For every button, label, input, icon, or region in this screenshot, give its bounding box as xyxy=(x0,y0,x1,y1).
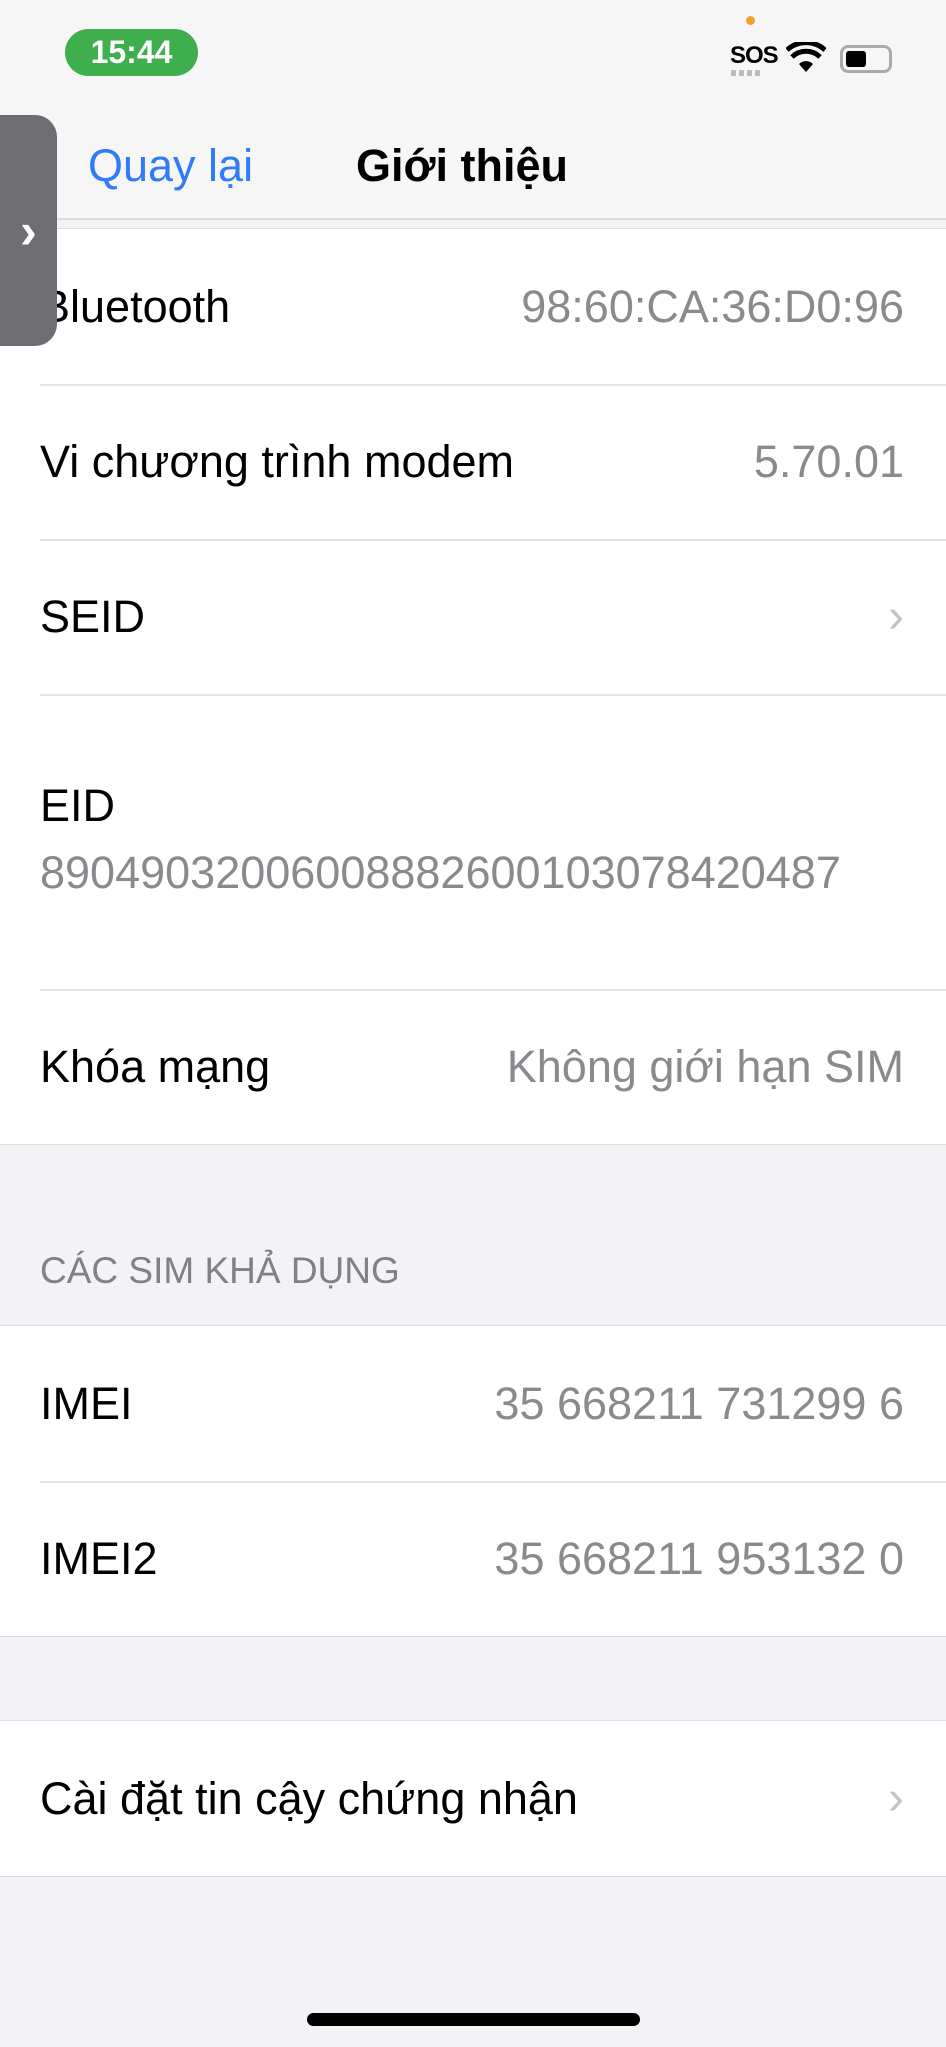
row-seid[interactable]: SEID › xyxy=(0,539,946,694)
row-eid: EID 89049032006008882600103078420487 xyxy=(0,694,946,989)
cert-group: Cài đặt tin cậy chứng nhận › xyxy=(0,1720,946,1877)
page-title: Giới thiệu xyxy=(356,140,568,191)
time-pill: 15:44 xyxy=(65,29,198,76)
carrier-label: SOS xyxy=(730,42,779,69)
chevron-right-icon: › xyxy=(20,202,37,259)
chevron-right-icon: › xyxy=(888,590,904,643)
row-imei2: IMEI2 35 668211 953132 0 xyxy=(0,1481,946,1636)
status-bar: 15:44 SOS xyxy=(0,0,946,110)
nav-bar: Quay lại Giới thiệu xyxy=(0,110,946,220)
battery-icon xyxy=(840,45,892,73)
privacy-indicator xyxy=(746,16,755,25)
row-network-lock: Khóa mạng Không giới hạn SIM xyxy=(0,989,946,1144)
home-indicator[interactable] xyxy=(307,2013,640,2026)
side-overlay-tab[interactable]: › xyxy=(0,115,57,346)
back-button[interactable]: Quay lại xyxy=(88,140,253,192)
row-bluetooth: Bluetooth 98:60:CA:36:D0:96 xyxy=(40,280,904,332)
signal-icon xyxy=(731,70,760,76)
section-header: CÁC SIM KHẢ DỤNG xyxy=(40,1250,400,1291)
row-imei: IMEI 35 668211 731299 6 xyxy=(40,1377,904,1429)
row-modem: Vi chương trình modem 5.70.01 xyxy=(0,384,946,539)
sim-group: IMEI 35 668211 731299 6 IMEI2 35 668211 95… xyxy=(0,1325,946,1637)
info-group: Bluetooth 98:60:CA:36:D0:96 Vi chương trì… xyxy=(0,228,946,1145)
row-certificate-trust[interactable]: Cài đặt tin cậy chứng nhận › xyxy=(0,1721,946,1876)
chevron-right-icon: › xyxy=(888,1772,904,1825)
wifi-icon xyxy=(786,42,826,72)
